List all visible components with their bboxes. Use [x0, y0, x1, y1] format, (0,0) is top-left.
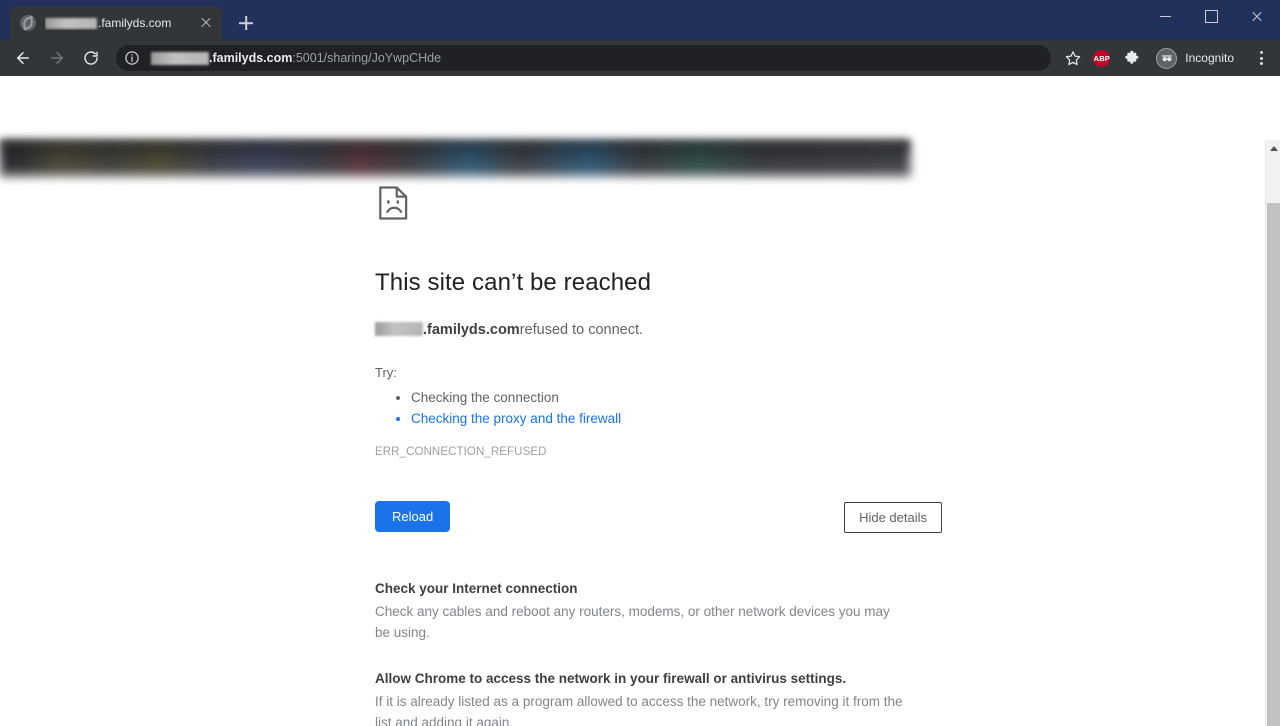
- incognito-label: Incognito: [1185, 51, 1234, 65]
- window-close-icon[interactable]: [1234, 0, 1280, 32]
- error-details: Check your Internet connection Check any…: [375, 581, 905, 726]
- avatar: [1156, 47, 1178, 69]
- error-subtitle-rest: refused to connect.: [519, 322, 644, 338]
- url-host: .familyds.com: [209, 51, 293, 65]
- error-subtitle: .familyds.com refused to connect.: [375, 320, 905, 338]
- puzzle-piece-icon[interactable]: [1119, 45, 1145, 71]
- incognito-indicator[interactable]: Incognito: [1153, 45, 1245, 71]
- maximize-icon[interactable]: [1188, 0, 1234, 32]
- browser-tab[interactable]: .familyds.com: [10, 6, 222, 40]
- try-label: Try:: [375, 365, 397, 380]
- detail-heading: Check your Internet connection: [375, 581, 578, 596]
- star-icon[interactable]: [1060, 45, 1086, 71]
- tab-title-text: .familyds.com: [98, 16, 172, 30]
- reload-button[interactable]: Reload: [375, 501, 451, 532]
- error-page-content: This site can’t be reached .familyds.com…: [375, 184, 942, 726]
- hide-details-button[interactable]: Hide details: [844, 502, 942, 533]
- error-host: .familyds.com: [423, 322, 520, 338]
- reload-icon[interactable]: [77, 44, 105, 72]
- tab-title: .familyds.com: [45, 16, 198, 30]
- scrollbar-thumb[interactable]: [1267, 203, 1280, 726]
- suggestion-link[interactable]: Checking the proxy and the firewall: [411, 411, 621, 426]
- error-actions: Reload Hide details: [375, 501, 942, 535]
- scroll-up-icon[interactable]: [1266, 140, 1280, 156]
- list-item[interactable]: Checking the proxy and the firewall: [411, 408, 905, 429]
- page-viewport: This site can’t be reached .familyds.com…: [0, 76, 1280, 726]
- sad-page-icon: [375, 184, 413, 222]
- address-bar[interactable]: .familyds.com :5001/sharing/JoYwpCHde: [116, 45, 1052, 71]
- detail-heading: Allow Chrome to access the network in yo…: [375, 671, 847, 686]
- detail-body: If it is already listed as a program all…: [375, 694, 903, 726]
- redacted-block: [151, 51, 209, 65]
- address-bar-text: .familyds.com :5001/sharing/JoYwpCHde: [151, 51, 441, 65]
- back-icon[interactable]: [9, 44, 37, 72]
- page-title: This site can’t be reached: [375, 269, 652, 296]
- forward-icon[interactable]: [43, 44, 71, 72]
- window-controls: [1142, 0, 1280, 32]
- url-path: :5001/sharing/JoYwpCHde: [292, 51, 442, 65]
- suggestion-list: Checking the connection Checking the pro…: [375, 387, 905, 429]
- browser-toolbar: .familyds.com :5001/sharing/JoYwpCHde AB…: [0, 40, 1280, 76]
- list-item: Checking the connection: [411, 387, 905, 408]
- blurred-bookmarks-strip-overlay: [0, 140, 910, 176]
- info-circle-icon[interactable]: [124, 50, 140, 66]
- three-dot-menu-icon[interactable]: [1248, 45, 1274, 71]
- minimize-icon[interactable]: [1142, 0, 1188, 32]
- new-tab-button[interactable]: [232, 9, 260, 37]
- window-title-bar: .familyds.com: [0, 0, 1280, 40]
- page-scrollbar[interactable]: [1265, 140, 1280, 726]
- globe-icon: [20, 15, 36, 31]
- redacted-block: [45, 17, 97, 29]
- adblock-plus-icon[interactable]: ABP: [1093, 49, 1111, 67]
- redacted-block: [375, 322, 423, 336]
- suggestion-text: Checking the connection: [411, 390, 559, 405]
- detail-body: Check any cables and reboot any routers,…: [375, 604, 890, 640]
- close-icon[interactable]: [198, 15, 214, 31]
- error-code: ERR_CONNECTION_REFUSED: [375, 446, 547, 458]
